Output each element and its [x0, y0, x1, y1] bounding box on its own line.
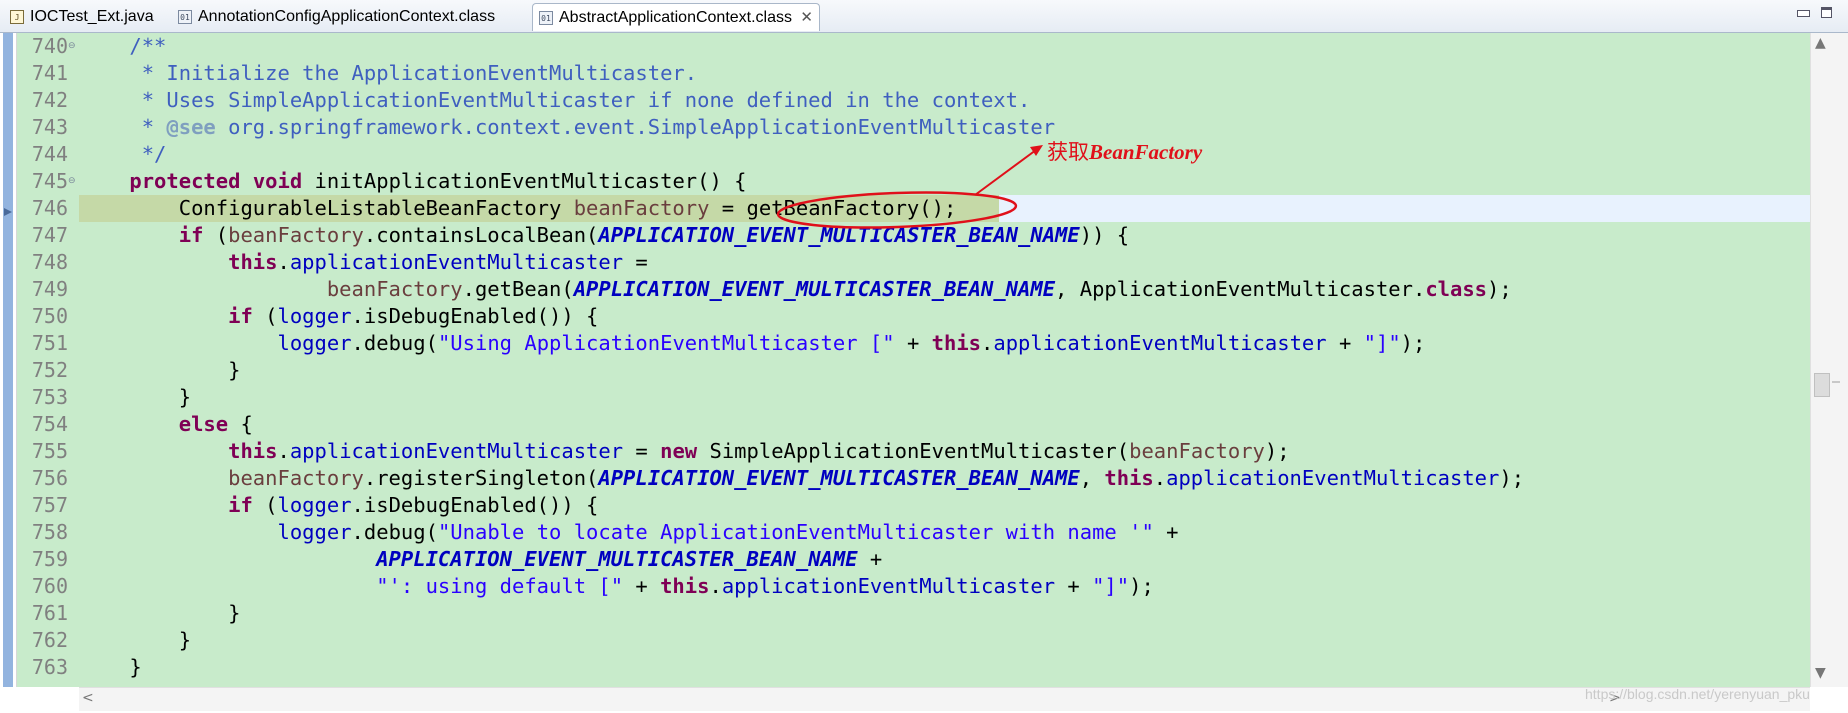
annotation-overlay — [776, 145, 1043, 229]
horizontal-scrollbar[interactable]: < > — [79, 687, 1810, 711]
scroll-down-arrow-icon[interactable]: ▼ — [1815, 665, 1826, 681]
vertical-scrollbar[interactable]: ▲ ▼ — [1810, 33, 1848, 687]
editor-window: J IOCTest_Ext.java 01 AnnotationConfigAppli… — [0, 0, 1848, 713]
scroll-left-arrow-icon[interactable]: < — [82, 690, 94, 706]
vertical-scroll-thumb[interactable] — [1814, 373, 1830, 397]
highlight-circle — [776, 191, 1018, 229]
overview-ruler-mark[interactable] — [1832, 381, 1840, 383]
watermark-text: https://blog.csdn.net/yerenyuan_pku — [1585, 686, 1810, 702]
callout-arrow-line — [974, 149, 1037, 196]
scroll-up-arrow-icon[interactable]: ▲ — [1815, 35, 1826, 51]
callout-arrow-head — [1030, 145, 1043, 156]
